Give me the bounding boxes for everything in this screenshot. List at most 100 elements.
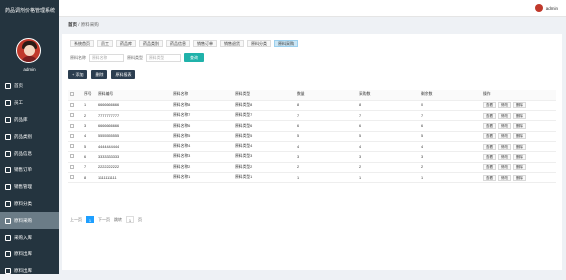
current-page[interactable]: 1 xyxy=(86,216,94,223)
row-edit-button[interactable]: 修改 xyxy=(498,164,511,171)
row-edit-button[interactable]: 修改 xyxy=(498,123,511,130)
row-delete-button[interactable]: 删除 xyxy=(513,143,526,150)
row-delete-button[interactable]: 删除 xyxy=(513,133,526,140)
sidebar-item-material-category[interactable]: 原料分类 xyxy=(0,196,59,213)
tab-sales-order[interactable]: 销售订单 xyxy=(193,40,217,47)
row-checkbox[interactable] xyxy=(68,120,82,132)
row-view-button[interactable]: 查看 xyxy=(483,143,496,150)
checkbox-icon[interactable] xyxy=(70,144,74,149)
cell-ops: 查看 修改 删除 xyxy=(481,131,556,142)
cell-index: 2 xyxy=(82,110,96,122)
cell-index: 6 xyxy=(82,151,96,163)
checkbox-icon[interactable] xyxy=(70,92,74,97)
breadcrumb-home[interactable]: 首页 xyxy=(68,22,77,27)
sidebar-item-inbound[interactable]: 采购入库 xyxy=(0,229,59,246)
delete-button[interactable]: 删除 xyxy=(91,70,108,79)
checkbox-icon[interactable] xyxy=(70,164,74,169)
row-edit-button[interactable]: 修改 xyxy=(498,143,511,150)
cell-ops: 查看 修改 删除 xyxy=(481,172,556,184)
row-delete-button[interactable]: 删除 xyxy=(513,164,526,171)
sidebar-item-staff[interactable]: 员工 xyxy=(0,95,59,112)
cell-code: 5555555555 xyxy=(96,131,171,142)
row-checkbox[interactable] xyxy=(68,131,82,142)
sidebar-item-outbound-2[interactable]: 原料出库 xyxy=(0,263,59,280)
row-edit-button[interactable]: 修改 xyxy=(498,153,511,160)
table-row: 4 5555555555 原料名称5 原料类型5 5 5 5 查看 修改 删除 xyxy=(68,131,556,142)
row-delete-button[interactable]: 删除 xyxy=(513,112,526,119)
row-delete-button[interactable]: 删除 xyxy=(513,153,526,160)
breadcrumb-sep: / xyxy=(78,22,80,27)
row-delete-button[interactable]: 删除 xyxy=(513,123,526,130)
next-page[interactable]: 下一页 xyxy=(98,217,110,223)
table-row: 6 3333333333 原料名称3 原料类型3 3 3 3 查看 修改 删除 xyxy=(68,151,556,163)
search-type-input[interactable]: 原料类型 xyxy=(146,53,181,62)
checkbox-icon[interactable] xyxy=(70,154,74,159)
sidebar-item-material-purchase[interactable]: 原料采购 xyxy=(0,212,59,230)
checkbox-icon[interactable] xyxy=(70,102,74,107)
search-name-input[interactable]: 原料名称 xyxy=(89,53,124,62)
row-view-button[interactable]: 查看 xyxy=(483,174,496,181)
main-panel: 系统首页 员工 药品库 药品类别 药品信息 销售订单 销售退货 原料分类 原料采… xyxy=(62,34,562,270)
cell-buy: 2 xyxy=(357,162,419,173)
sidebar-item-drug-category[interactable]: 药品类别 xyxy=(0,128,59,145)
checkbox-icon[interactable] xyxy=(70,113,74,118)
row-checkbox[interactable] xyxy=(68,100,82,112)
tab-drug-category[interactable]: 药品类别 xyxy=(139,40,163,47)
row-checkbox[interactable] xyxy=(68,110,82,122)
sidebar-item-home[interactable]: 首页 xyxy=(0,78,59,95)
sidebar-item-outbound[interactable]: 原料出库 xyxy=(0,246,59,263)
search-label-type: 原料类型 xyxy=(127,54,143,60)
row-view-button[interactable]: 查看 xyxy=(483,153,496,160)
row-checkbox[interactable] xyxy=(68,172,82,184)
row-delete-button[interactable]: 删除 xyxy=(513,102,526,109)
tab-sales-return[interactable]: 销售退货 xyxy=(220,40,244,47)
row-view-button[interactable]: 查看 xyxy=(483,133,496,140)
top-avatar[interactable] xyxy=(534,4,543,12)
cell-ops: 查看 修改 删除 xyxy=(481,110,556,122)
goto-page-input[interactable]: 1 xyxy=(126,216,134,223)
sidebar-item-drug-info[interactable]: 药品信息 xyxy=(0,145,59,162)
checkbox-icon[interactable] xyxy=(70,175,74,180)
export-button[interactable]: 原料报表 xyxy=(111,70,136,79)
col-index: 序号 xyxy=(82,90,96,101)
row-edit-button[interactable]: 修改 xyxy=(498,133,511,140)
row-view-button[interactable]: 查看 xyxy=(483,164,496,171)
checkbox-icon[interactable] xyxy=(70,133,74,138)
cell-rest: 0 xyxy=(419,100,481,112)
col-code: 原料编号 xyxy=(96,90,171,101)
user-menu[interactable]: admin xyxy=(534,4,558,12)
tab-staff[interactable]: 员工 xyxy=(97,40,113,47)
tab-drug-store[interactable]: 药品库 xyxy=(116,40,136,47)
avatar[interactable] xyxy=(16,38,41,63)
row-delete-button[interactable]: 删除 xyxy=(513,174,526,181)
prev-page[interactable]: 上一页 xyxy=(70,217,82,223)
cell-qty: 3 xyxy=(295,151,357,163)
cell-code: 6666666666 xyxy=(96,120,171,132)
top-username[interactable]: admin xyxy=(546,6,558,11)
row-checkbox[interactable] xyxy=(68,162,82,173)
tab-home[interactable]: 系统首页 xyxy=(70,40,94,47)
cell-name: 原料名称2 xyxy=(171,162,233,173)
tab-material-category[interactable]: 原料分类 xyxy=(247,40,271,47)
row-checkbox[interactable] xyxy=(68,141,82,153)
sidebar-item-sales-mgmt[interactable]: 销售管理 xyxy=(0,179,59,196)
cell-qty: 7 xyxy=(295,110,357,122)
row-view-button[interactable]: 查看 xyxy=(483,102,496,109)
checkbox-icon[interactable] xyxy=(70,123,74,128)
sidebar-item-sales-order[interactable]: 销售订单 xyxy=(0,162,59,179)
row-edit-button[interactable]: 修改 xyxy=(498,112,511,119)
row-view-button[interactable]: 查看 xyxy=(483,123,496,130)
tab-drug-info[interactable]: 药品信息 xyxy=(166,40,190,47)
outbound-icon xyxy=(5,268,11,275)
cell-qty: 6 xyxy=(295,120,357,132)
row-checkbox[interactable] xyxy=(68,151,82,163)
cell-type: 原料类型5 xyxy=(233,131,295,142)
sidebar-item-drug-store[interactable]: 药品库 xyxy=(0,112,59,129)
row-edit-button[interactable]: 修改 xyxy=(498,174,511,181)
add-button[interactable]: + 添加 xyxy=(68,70,88,79)
tab-material-purchase[interactable]: 原料采购 xyxy=(274,40,298,47)
row-view-button[interactable]: 查看 xyxy=(483,112,496,119)
row-edit-button[interactable]: 修改 xyxy=(498,102,511,109)
search-button[interactable]: 查询 xyxy=(184,53,204,62)
select-all-checkbox[interactable] xyxy=(68,90,82,101)
